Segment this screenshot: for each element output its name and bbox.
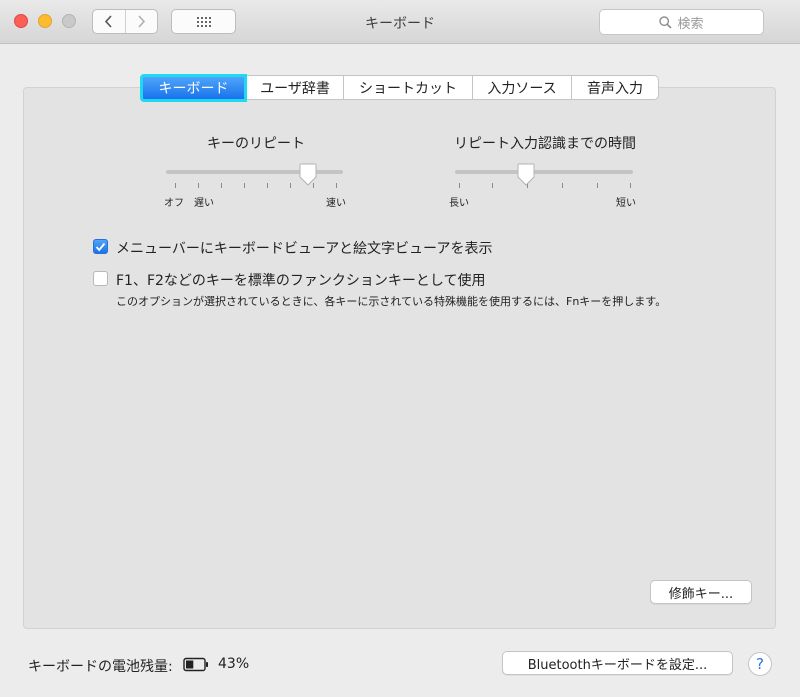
battery-percent: 43%: [218, 656, 250, 672]
key-repeat-fast-label: 速い: [326, 198, 346, 209]
title-bar: キーボード 検索: [0, 0, 800, 44]
tick: [175, 183, 176, 188]
repeat-delay-group: リピート入力認識までの時間 長い 短い: [440, 133, 650, 213]
tick: [597, 183, 598, 188]
tab-shortcuts[interactable]: ショートカット: [344, 75, 473, 100]
repeat-delay-title: リピート入力認識までの時間: [454, 136, 636, 152]
tick: [221, 183, 222, 188]
tick: [198, 183, 199, 188]
show-viewers-checkbox[interactable]: [93, 239, 108, 254]
key-repeat-slow-label: 遅い: [194, 198, 214, 209]
tab-keyboard[interactable]: キーボード: [140, 74, 247, 102]
keyboard-preferences-window: キーボード 検索 キーボード ユーザ辞書 ショートカット 入力ソース 音声入力 …: [0, 0, 800, 697]
key-repeat-slider-thumb[interactable]: [298, 163, 318, 187]
modifier-keys-button[interactable]: 修飾キー...: [650, 580, 752, 604]
show-viewers-label[interactable]: メニューバーにキーボードビューアと絵文字ビューアを表示: [116, 238, 492, 258]
battery-level-fill: [186, 660, 194, 669]
repeat-delay-slider-thumb[interactable]: [516, 163, 536, 187]
battery-label: キーボードの電池残量:: [28, 659, 173, 675]
search-field[interactable]: 検索: [599, 9, 764, 35]
tick: [492, 183, 493, 188]
repeat-delay-track[interactable]: [455, 170, 633, 174]
tick: [562, 183, 563, 188]
tick: [630, 183, 631, 188]
tab-user-dictionary[interactable]: ユーザ辞書: [247, 75, 344, 100]
tick: [244, 183, 245, 188]
tab-content-panel: [23, 87, 776, 629]
search-icon: [659, 15, 673, 29]
key-repeat-title: キーのリピート: [207, 136, 305, 152]
battery-icon: [183, 657, 208, 672]
checkmark-icon: [95, 242, 106, 251]
repeat-delay-long-label: 長い: [449, 198, 469, 209]
setup-bluetooth-keyboard-button[interactable]: Bluetoothキーボードを設定...: [502, 651, 733, 675]
function-keys-note: このオプションが選択されているときに、各キーに示されている特殊機能を使用するには…: [116, 295, 667, 308]
function-keys-label[interactable]: F1、F2などのキーを標準のファンクションキーとして使用: [116, 270, 486, 290]
tick: [267, 183, 268, 188]
tab-dictation[interactable]: 音声入力: [572, 75, 659, 100]
key-repeat-off-label: オフ: [164, 198, 184, 209]
function-keys-checkbox[interactable]: [93, 271, 108, 286]
tick: [459, 183, 460, 188]
repeat-delay-short-label: 短い: [616, 198, 636, 209]
search-placeholder: 検索: [677, 16, 704, 32]
tab-input-sources[interactable]: 入力ソース: [473, 75, 572, 100]
tick: [290, 183, 291, 188]
help-icon: ?: [756, 655, 764, 673]
key-repeat-group: キーのリピート オフ 遅い 速い: [156, 133, 356, 213]
tab-bar: キーボード ユーザ辞書 ショートカット 入力ソース 音声入力: [140, 74, 659, 102]
tick: [336, 183, 337, 188]
help-button[interactable]: ?: [748, 652, 772, 676]
